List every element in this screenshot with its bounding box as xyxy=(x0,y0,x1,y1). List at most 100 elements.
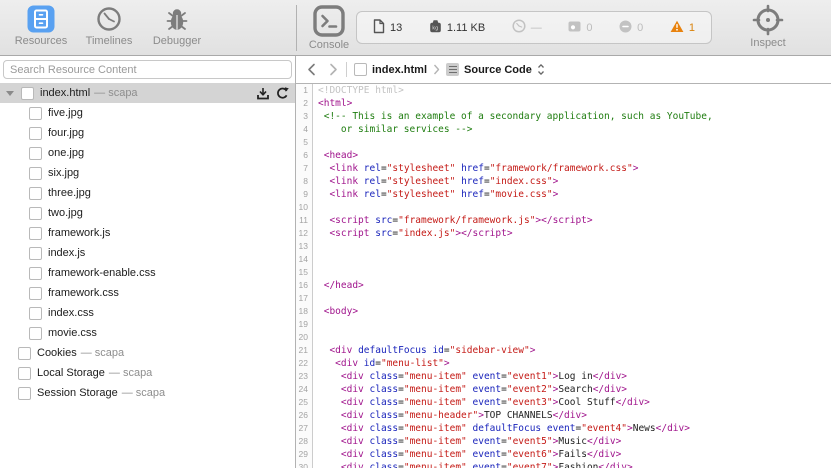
line-number: 18 xyxy=(296,305,313,318)
resource-item[interactable]: one.jpg xyxy=(0,143,295,163)
stat-errors-value: 0 xyxy=(637,22,643,34)
code-line: 12 <script src="index.js"></script> xyxy=(296,227,831,240)
resource-item[interactable]: index.html — scapa xyxy=(0,83,295,103)
resource-item[interactable]: two.jpg xyxy=(0,203,295,223)
code-editor[interactable]: 1<!DOCTYPE html>2<html>3 <!-- This is an… xyxy=(296,84,831,468)
resource-item[interactable]: index.js xyxy=(0,243,295,263)
code-line: 8 <link rel="stylesheet" href="index.css… xyxy=(296,175,831,188)
code-text: <div class="menu-item" event="event5">Mu… xyxy=(313,435,621,448)
file-icon xyxy=(29,187,42,200)
stat-resource-count-value: 13 xyxy=(390,22,402,34)
code-text: <div class="menu-header">TOP CHANNELS</d… xyxy=(313,409,587,422)
view-mode-dropdown[interactable]: Source Code xyxy=(446,63,545,76)
file-icon xyxy=(29,167,42,180)
resource-tree: index.html — scapa five.jpgfour.jpgone.jpg… xyxy=(0,83,295,403)
clock-icon xyxy=(512,19,526,36)
stat-resource-count: 13 xyxy=(373,19,402,37)
storage-icon xyxy=(18,387,31,400)
resources-sidebar: index.html — scapa five.jpgfour.jpgone.jpg… xyxy=(0,56,296,468)
dropdown-arrows-icon xyxy=(537,63,545,76)
code-text: or similar services --> xyxy=(313,123,472,136)
resource-item[interactable]: framework.js xyxy=(0,223,295,243)
resource-item[interactable]: six.jpg xyxy=(0,163,295,183)
code-line: 16 </head> xyxy=(296,279,831,292)
line-number: 14 xyxy=(296,253,313,266)
resource-origin-suffix: — scapa xyxy=(94,87,137,99)
tab-timelines[interactable]: Timelines xyxy=(80,4,138,47)
file-icon xyxy=(29,307,42,320)
code-line: 11 <script src="framework/framework.js">… xyxy=(296,214,831,227)
line-number: 9 xyxy=(296,188,313,201)
code-text: </head> xyxy=(313,279,364,292)
resource-item[interactable]: Cookies— scapa xyxy=(0,343,295,363)
code-text: <link rel="stylesheet" href="framework/f… xyxy=(313,162,638,175)
line-number: 30 xyxy=(296,461,313,468)
code-text xyxy=(313,253,318,266)
line-number: 12 xyxy=(296,227,313,240)
warning-icon xyxy=(670,20,684,36)
tab-debugger-label: Debugger xyxy=(153,35,201,47)
line-number: 13 xyxy=(296,240,313,253)
resource-item[interactable]: five.jpg xyxy=(0,103,295,123)
resource-label: index.html xyxy=(40,87,90,99)
stat-warnings-value: 1 xyxy=(689,22,695,34)
resource-item[interactable]: movie.css xyxy=(0,323,295,343)
file-icon xyxy=(354,63,367,76)
breadcrumb-chevron-icon xyxy=(433,64,440,75)
stat-load-time: — xyxy=(512,19,542,36)
code-line: 10 xyxy=(296,201,831,214)
line-number: 15 xyxy=(296,266,313,279)
console-button[interactable]: Console xyxy=(306,4,352,51)
code-text xyxy=(313,266,318,279)
code-line: 7 <link rel="stylesheet" href="framework… xyxy=(296,162,831,175)
code-text: <link rel="stylesheet" href="index.css"> xyxy=(313,175,558,188)
resource-item[interactable]: four.jpg xyxy=(0,123,295,143)
breadcrumb-file[interactable]: index.html xyxy=(354,63,427,76)
code-line: 29 <div class="menu-item" event="event6"… xyxy=(296,448,831,461)
code-line: 28 <div class="menu-item" event="event5"… xyxy=(296,435,831,448)
resource-label: index.js xyxy=(48,247,85,259)
resource-label: framework.css xyxy=(48,287,119,299)
resource-item[interactable]: framework.css xyxy=(0,283,295,303)
code-text: <!-- This is an example of a secondary a… xyxy=(313,110,713,123)
code-line: 17 xyxy=(296,292,831,305)
disclosure-triangle-icon[interactable] xyxy=(6,91,14,96)
tab-timelines-label: Timelines xyxy=(86,35,133,47)
svg-text:kg: kg xyxy=(432,26,438,32)
code-line: 6 <head> xyxy=(296,149,831,162)
code-text: <div class="menu-item" event="event3">Co… xyxy=(313,396,650,409)
tab-resources-label: Resources xyxy=(15,35,68,47)
view-mode-label: Source Code xyxy=(464,64,532,76)
code-line: 26 <div class="menu-header">TOP CHANNELS… xyxy=(296,409,831,422)
tab-debugger[interactable]: Debugger xyxy=(148,4,206,47)
stat-warnings[interactable]: 1 xyxy=(670,20,695,36)
file-icon xyxy=(21,87,34,100)
line-number: 10 xyxy=(296,201,313,214)
resource-item[interactable]: index.css xyxy=(0,303,295,323)
inspect-button[interactable]: Inspect xyxy=(742,4,794,49)
resource-item[interactable]: three.jpg xyxy=(0,183,295,203)
forward-button[interactable] xyxy=(325,63,341,76)
back-button[interactable] xyxy=(303,63,319,76)
code-text xyxy=(313,331,318,344)
resource-item[interactable]: Local Storage— scapa xyxy=(0,363,295,383)
reload-icon[interactable] xyxy=(276,87,289,100)
console-label: Console xyxy=(309,39,349,51)
line-number: 22 xyxy=(296,357,313,370)
code-line: 3 <!-- This is an example of a secondary… xyxy=(296,110,831,123)
resource-item[interactable]: Session Storage— scapa xyxy=(0,383,295,403)
code-line: 9 <link rel="stylesheet" href="movie.css… xyxy=(296,188,831,201)
resource-item[interactable]: framework-enable.css xyxy=(0,263,295,283)
search-resource-input[interactable] xyxy=(3,60,292,79)
tab-resources[interactable]: Resources xyxy=(12,4,70,47)
code-text xyxy=(313,292,318,305)
stat-logs: 0 xyxy=(568,21,592,35)
content-navigation-bar: index.html Source Code xyxy=(296,56,831,84)
resource-actions xyxy=(257,87,289,100)
resource-label: Session Storage xyxy=(37,387,118,399)
inspect-icon xyxy=(752,4,784,36)
file-icon xyxy=(29,207,42,220)
code-text: <div class="menu-item" event="event1">Lo… xyxy=(313,370,627,383)
download-icon[interactable] xyxy=(257,87,269,100)
code-line: 21 <div defaultFocus id="sidebar-view"> xyxy=(296,344,831,357)
